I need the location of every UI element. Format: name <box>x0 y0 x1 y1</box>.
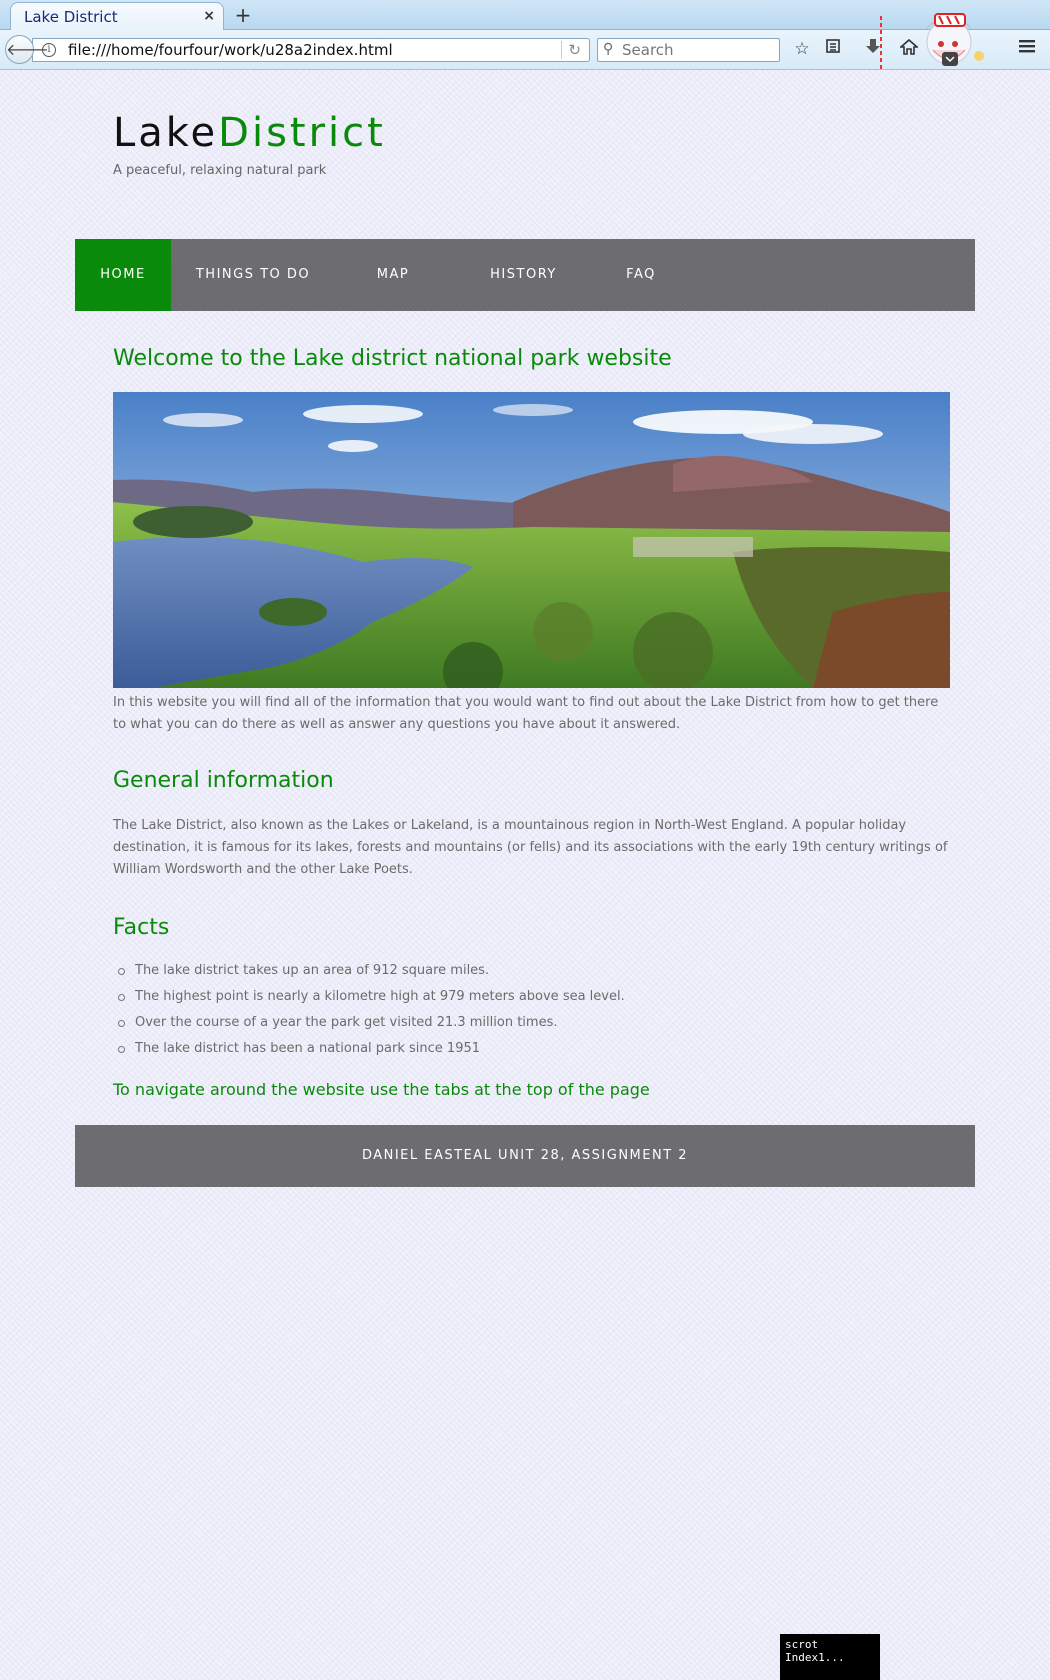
new-tab-button[interactable]: + <box>233 3 253 27</box>
bullet-icon <box>118 1046 125 1053</box>
general-info-text: The Lake District, also known as the Lak… <box>113 818 948 877</box>
site-tagline: A peaceful, relaxing natural park <box>113 163 327 178</box>
facts-heading: Facts <box>113 915 170 940</box>
bullet-icon <box>118 968 125 975</box>
tab-title: Lake District <box>24 8 118 26</box>
list-item: The highest point is nearly a kilometre … <box>113 984 933 1010</box>
facts-list: The lake district takes up an area of 91… <box>113 958 933 1062</box>
search-icon: ⚲ <box>603 41 614 57</box>
url-bar[interactable]: i file:///home/fourfour/work/u28a2index.… <box>32 38 590 62</box>
bookmark-star-icon[interactable]: ☆ <box>791 38 813 60</box>
main-navigation: HOME THINGS TO DO MAP HISTORY FAQ <box>75 239 975 311</box>
navigation-hint: To navigate around the website use the t… <box>113 1080 650 1099</box>
welcome-heading: Welcome to the Lake district national pa… <box>113 346 672 371</box>
site-footer: DANIEL EASTEAL UNIT 28, ASSIGNMENT 2 <box>75 1125 975 1187</box>
intro-text: In this website you will find all of the… <box>113 695 939 732</box>
fact-text: The lake district takes up an area of 91… <box>135 963 490 978</box>
fact-text: The highest point is nearly a kilometre … <box>135 989 625 1004</box>
taskbar-window-button[interactable]: scrot Index1... <box>780 1634 880 1680</box>
nav-faq[interactable]: FAQ <box>596 239 686 311</box>
list-item: The lake district takes up an area of 91… <box>113 958 933 984</box>
close-tab-icon[interactable]: × <box>203 8 215 24</box>
nav-home[interactable]: HOME <box>75 239 171 311</box>
reader-list-icon[interactable] <box>822 38 844 60</box>
lake-district-landscape-image <box>113 392 950 688</box>
general-info-heading: General information <box>113 768 334 793</box>
back-icon: 🡐 <box>6 40 49 59</box>
site-title-part1: Lake <box>113 110 219 156</box>
list-item: Over the course of a year the park get v… <box>113 1010 933 1036</box>
list-item: The lake district has been a national pa… <box>113 1036 933 1062</box>
fact-text: The lake district has been a national pa… <box>135 1041 481 1056</box>
fact-text: Over the course of a year the park get v… <box>135 1015 558 1030</box>
nav-history[interactable]: HISTORY <box>451 239 596 311</box>
back-button[interactable]: 🡐 <box>5 35 49 64</box>
browser-tab[interactable]: Lake District × <box>10 2 224 31</box>
nav-things-to-do[interactable]: THINGS TO DO <box>171 239 335 311</box>
theme-mascot-image <box>875 8 995 70</box>
reload-icon[interactable]: ↻ <box>561 41 581 59</box>
site-title-part2: District <box>218 110 386 156</box>
site-title: LakeDistrict <box>113 110 386 156</box>
nav-map[interactable]: MAP <box>335 239 451 311</box>
search-bar[interactable]: ⚲ Search <box>597 38 780 62</box>
menu-icon[interactable] <box>1016 38 1038 60</box>
bullet-icon <box>118 1020 125 1027</box>
search-input[interactable]: Search <box>622 41 674 59</box>
url-text[interactable]: file:///home/fourfour/work/u28a2index.ht… <box>68 41 393 59</box>
bullet-icon <box>118 994 125 1001</box>
